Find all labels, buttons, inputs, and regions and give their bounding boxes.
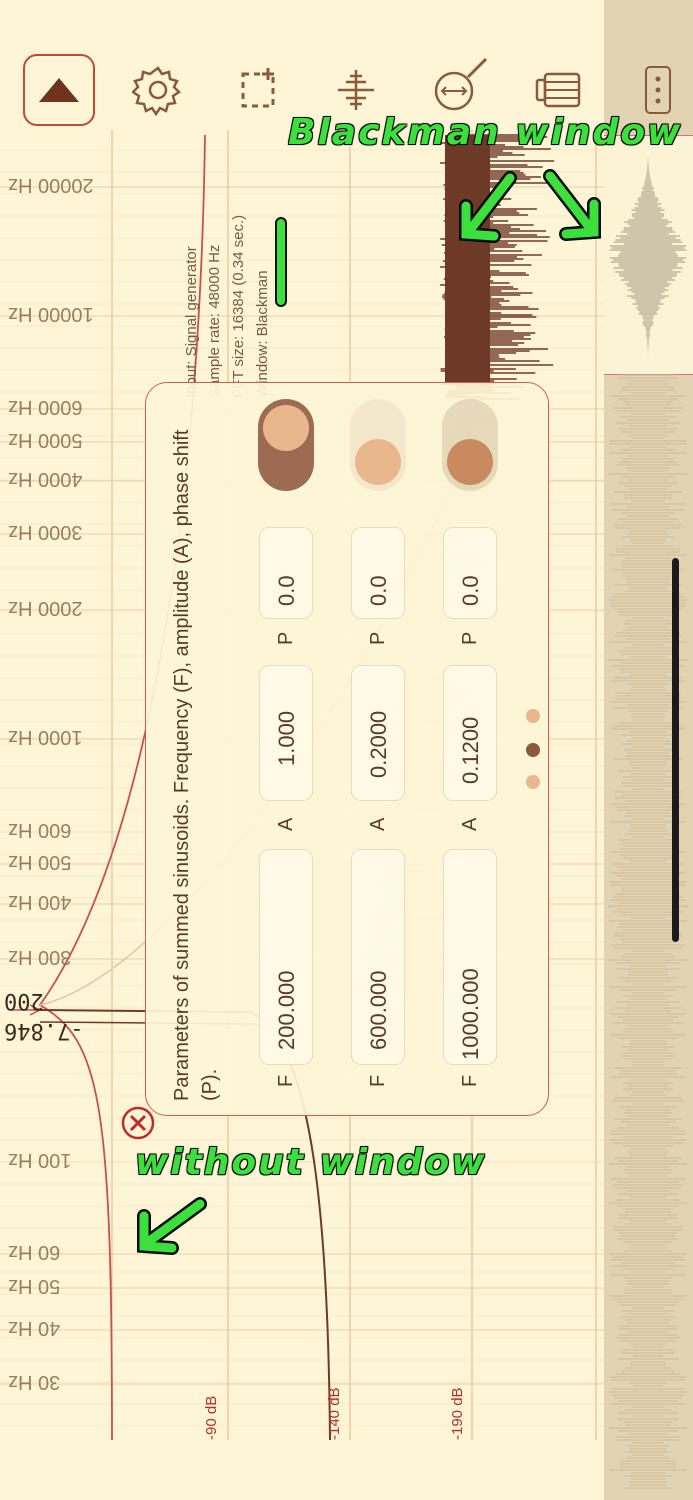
amplitude-field[interactable]: 0.1200 <box>443 665 497 801</box>
amplitude-prefix: A <box>275 817 297 831</box>
close-icon <box>121 1106 155 1140</box>
sinusoid-toggle-1[interactable] <box>258 399 314 491</box>
gear-icon <box>132 66 181 116</box>
page-dot[interactable] <box>526 775 540 789</box>
triangle-up-icon <box>39 78 79 102</box>
frequency-value: 200.000 <box>274 970 299 1050</box>
sinusoid-toggle-2[interactable] <box>350 399 406 491</box>
panel-description: Parameters of summed sinusoids. Frequenc… <box>171 429 221 1101</box>
amplitude-field[interactable]: 0.2000 <box>351 665 405 801</box>
frequency-label: 20000 Hz <box>8 174 94 196</box>
frequency-prefix: F <box>367 1074 389 1087</box>
info-fft-size: FFT size: 16384 (0.34 sec.) <box>230 214 247 398</box>
info-window: Window: Blackman <box>254 270 271 398</box>
frequency-label: 10000 Hz <box>8 303 94 325</box>
clear-button[interactable] <box>527 60 587 120</box>
more-menu-button[interactable] <box>628 60 688 120</box>
db-label-90: -90 dB <box>203 1395 220 1440</box>
cursor-frequency-readout: 200 <box>4 988 44 1013</box>
phase-value: 0.0 <box>458 575 483 606</box>
phase-field[interactable]: 0.0 <box>351 527 405 619</box>
frequency-prefix: F <box>459 1074 481 1087</box>
trash-can-icon <box>535 72 581 108</box>
spectrum-band <box>445 135 490 385</box>
selection-frame-icon <box>241 68 275 108</box>
sinusoid-toggle-3[interactable] <box>442 399 498 491</box>
frequency-value: 1000.000 <box>458 968 483 1060</box>
magnifier-resize-icon <box>434 57 488 111</box>
phase-value: 0.0 <box>274 575 299 606</box>
toggle-knob <box>355 439 401 485</box>
amplitude-prefix: A <box>459 817 481 831</box>
amplitude-prefix: A <box>367 817 389 831</box>
phase-field[interactable]: 0.0 <box>259 527 313 619</box>
phase-prefix: P <box>275 631 297 645</box>
pause-resume-button[interactable] <box>23 54 95 126</box>
frequency-prefix: F <box>275 1074 297 1087</box>
amplitude-value: 0.2000 <box>366 710 391 778</box>
frequency-label: 300 Hz <box>8 946 72 968</box>
db-label-140: -140 dB <box>326 1387 343 1440</box>
close-panel-button[interactable] <box>120 1105 156 1141</box>
zoom-button[interactable] <box>428 56 488 116</box>
phase-value: 0.0 <box>366 575 391 606</box>
cursor-level-readout: -7.846 <box>4 1018 84 1043</box>
frequency-label: 6000 Hz <box>8 396 83 418</box>
frequency-label: 4000 Hz <box>8 468 83 490</box>
scroll-indicator[interactable] <box>672 558 679 942</box>
frequency-label: 600 Hz <box>8 819 72 841</box>
frequency-label: 40 Hz <box>8 1317 61 1339</box>
amplitude-value: 1.000 <box>274 710 299 766</box>
frequency-label: 1000 Hz <box>8 726 83 748</box>
frequency-label: 100 Hz <box>8 1149 72 1171</box>
frequency-label: 30 Hz <box>8 1371 61 1393</box>
annotation-blackman-window: Blackman window <box>288 112 683 153</box>
toggle-knob <box>263 405 309 451</box>
phase-prefix: P <box>459 631 481 645</box>
waveform-button[interactable] <box>326 60 386 120</box>
info-sample-rate: Sample rate: 48000 Hz <box>206 244 223 398</box>
frequency-label: 5000 Hz <box>8 429 83 451</box>
frequency-field[interactable]: 600.000 <box>351 849 405 1065</box>
page-dot[interactable] <box>526 743 540 757</box>
spectrum-analyzer-screen: 20000 Hz 10000 Hz 6000 Hz 5000 Hz 4000 Hz 300… <box>0 0 693 1500</box>
info-input: Input: Signal generator <box>183 246 200 398</box>
toggle-knob <box>447 439 493 485</box>
frequency-label: 3000 Hz <box>8 521 83 543</box>
signal-generator-panel: Parameters of summed sinusoids. Frequenc… <box>145 382 549 1116</box>
phase-field[interactable]: 0.0 <box>443 527 497 619</box>
settings-button[interactable] <box>128 60 188 120</box>
amplitude-value: 0.1200 <box>458 716 483 784</box>
frequency-label: 50 Hz <box>8 1275 61 1297</box>
amplitude-field[interactable]: 1.000 <box>259 665 313 801</box>
db-label-190: -190 dB <box>449 1387 466 1440</box>
frequency-label: 500 Hz <box>8 851 72 873</box>
phase-prefix: P <box>367 631 389 645</box>
frequency-field[interactable]: 200.000 <box>259 849 313 1065</box>
selection-button[interactable] <box>228 60 288 120</box>
frequency-label: 2000 Hz <box>8 597 83 619</box>
waveform-icon <box>338 70 374 110</box>
frequency-value: 600.000 <box>366 970 391 1050</box>
page-dot[interactable] <box>526 709 540 723</box>
frequency-label: 60 Hz <box>8 1241 61 1263</box>
annotation-without-window: without window <box>135 1142 487 1183</box>
more-vertical-icon <box>645 66 671 114</box>
frequency-label: 400 Hz <box>8 891 72 913</box>
frequency-field[interactable]: 1000.000 <box>443 849 497 1065</box>
